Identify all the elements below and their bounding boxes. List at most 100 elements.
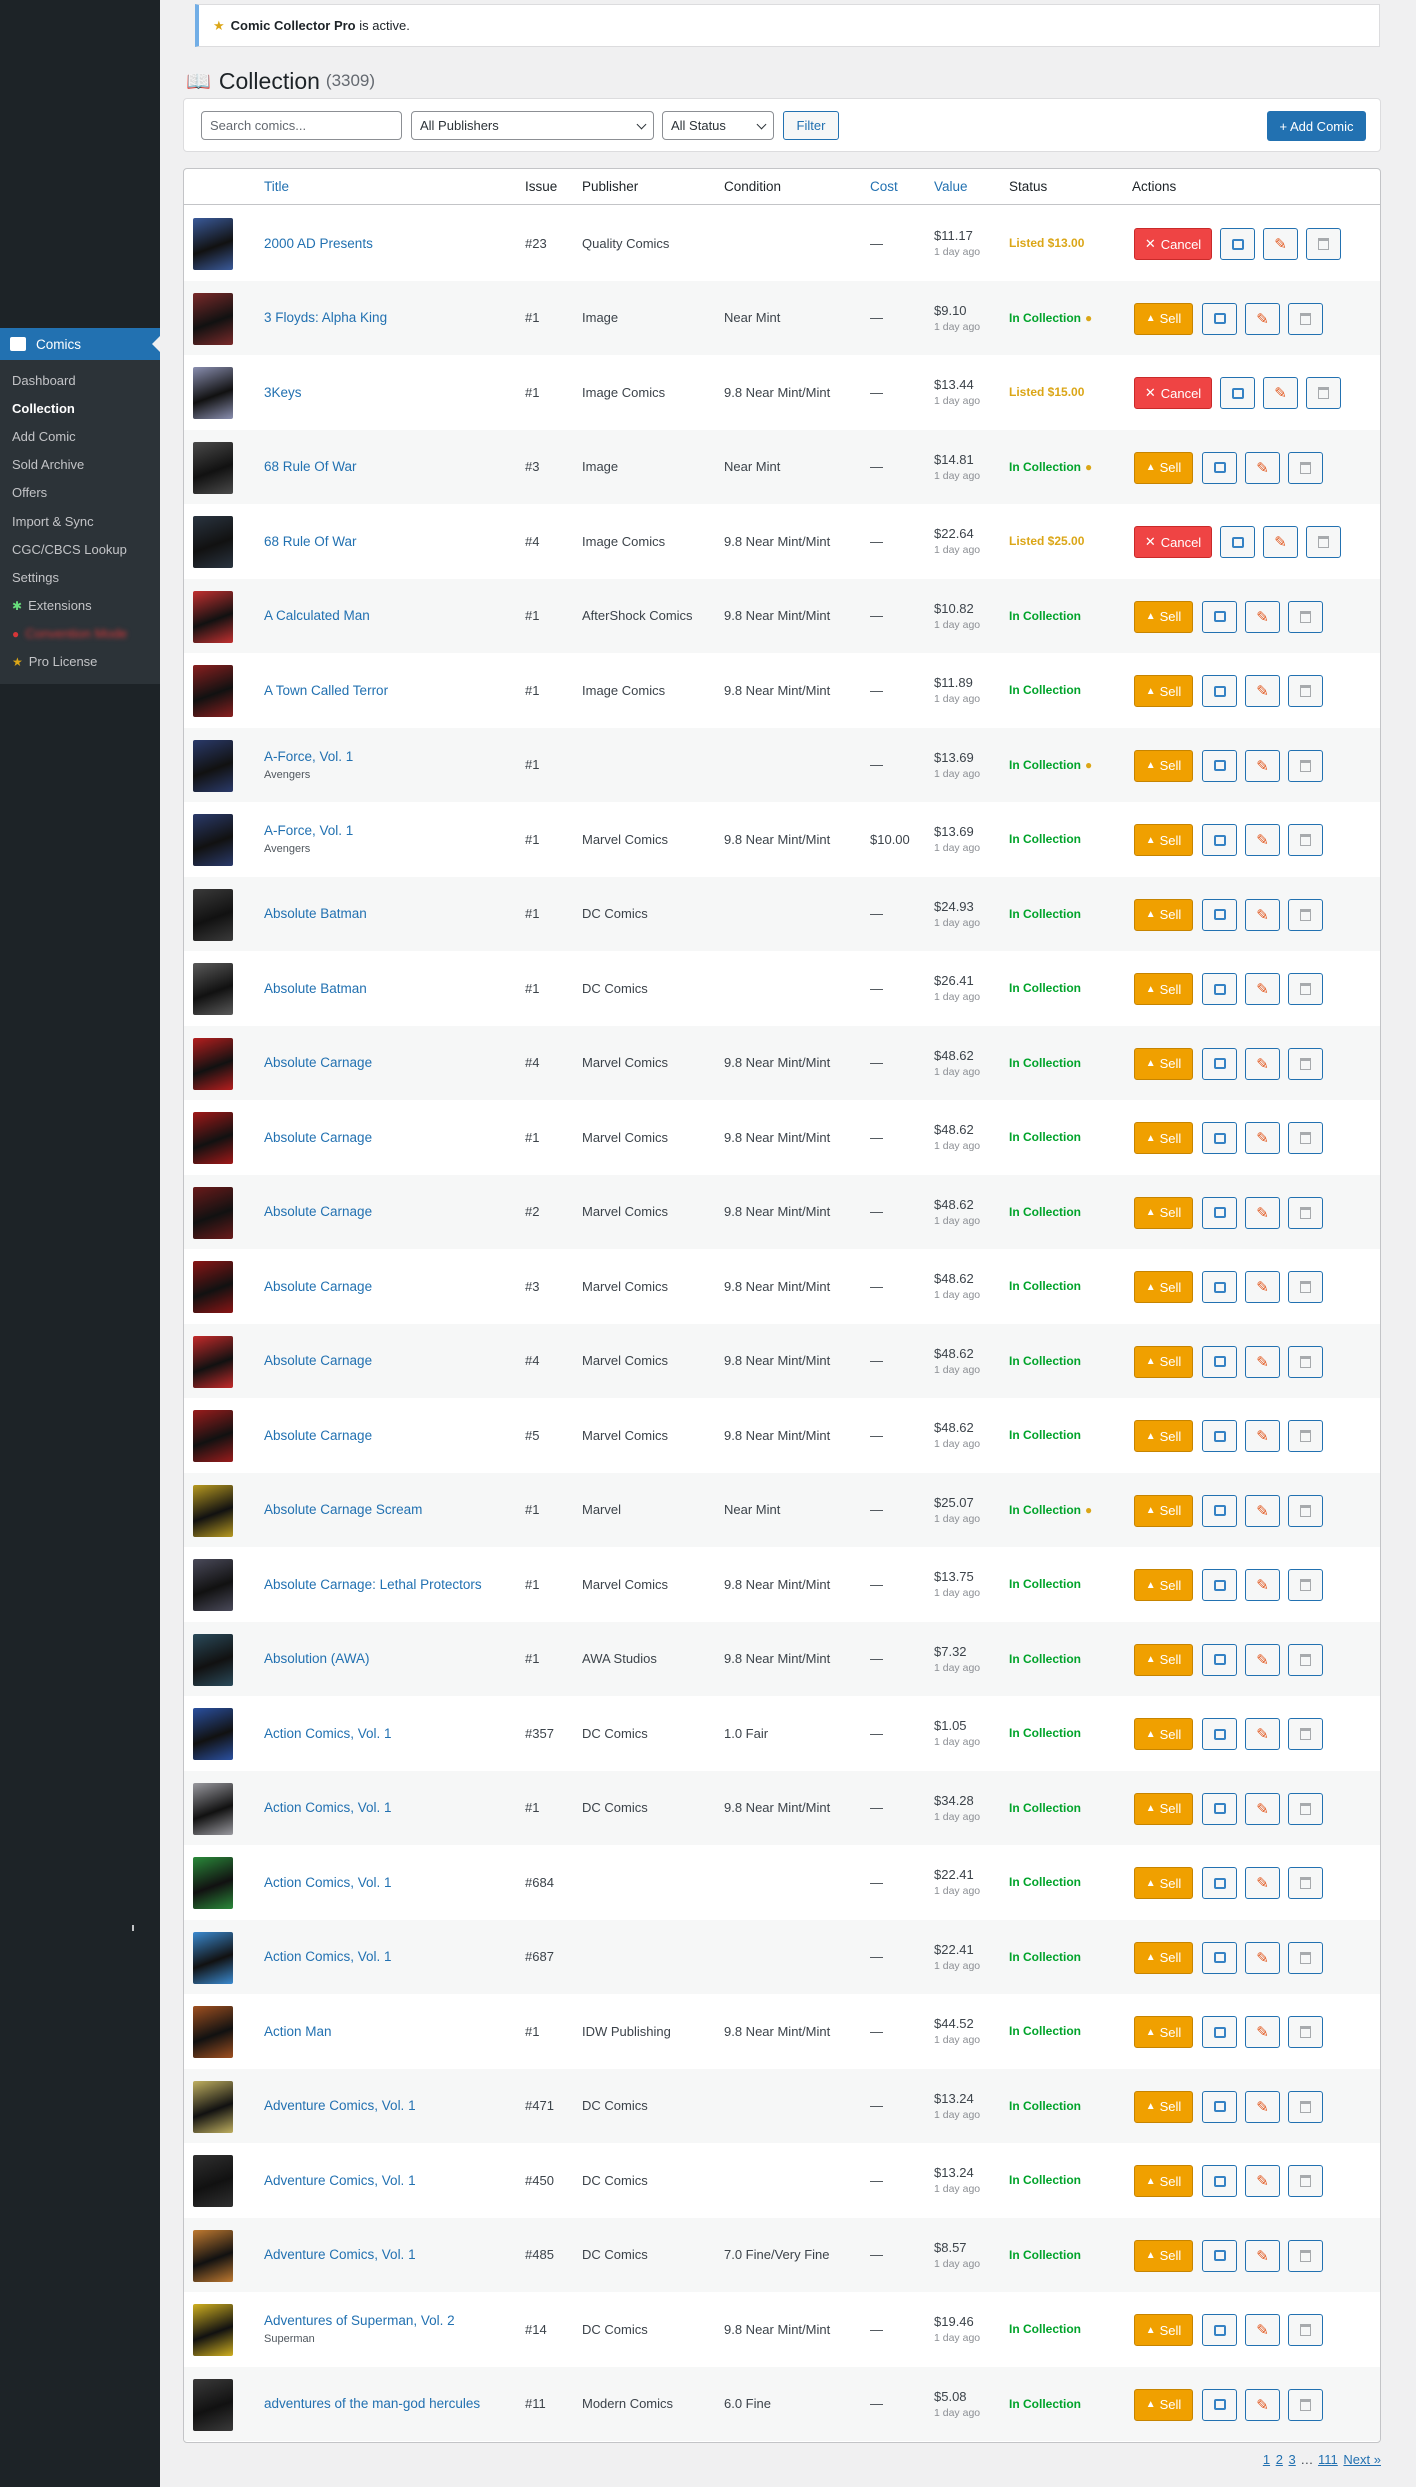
delete-button[interactable]: [1288, 302, 1323, 335]
collapse-menu-icon[interactable]: [132, 1925, 134, 1931]
view-button[interactable]: [1202, 1718, 1237, 1750]
cancel-listing-button[interactable]: ✕ Cancel: [1134, 228, 1212, 260]
edit-button[interactable]: ✎: [1245, 1867, 1280, 1899]
delete-button[interactable]: [1288, 1718, 1323, 1750]
comic-cover-thumbnail[interactable]: [193, 2155, 233, 2207]
edit-button[interactable]: ✎: [1245, 1643, 1280, 1676]
sidebar-item-9[interactable]: ● Convention Mode: [0, 620, 160, 648]
sell-button[interactable]: ▲ Sell: [1134, 302, 1193, 335]
sell-button[interactable]: ▲ Sell: [1134, 973, 1193, 1005]
comic-cover-thumbnail[interactable]: [193, 1633, 233, 1686]
edit-button[interactable]: ✎: [1245, 1420, 1280, 1452]
edit-button[interactable]: ✎: [1245, 973, 1280, 1005]
comic-cover-thumbnail[interactable]: [193, 1782, 233, 1835]
comic-title-link[interactable]: Absolute Carnage: [264, 1353, 514, 1368]
comic-title-link[interactable]: Action Comics, Vol. 1: [264, 1726, 514, 1741]
sell-button[interactable]: ▲ Sell: [1134, 1271, 1193, 1303]
view-button[interactable]: [1202, 1271, 1237, 1303]
delete-button[interactable]: [1288, 1196, 1323, 1229]
delete-button[interactable]: [1288, 1569, 1323, 1601]
delete-button[interactable]: [1288, 1643, 1323, 1676]
comic-cover-thumbnail[interactable]: [193, 1335, 233, 1388]
edit-button[interactable]: ✎: [1245, 2239, 1280, 2272]
sell-button[interactable]: ▲ Sell: [1134, 2314, 1193, 2346]
cancel-listing-button[interactable]: ✕ Cancel: [1134, 377, 1212, 409]
delete-button[interactable]: [1288, 1047, 1323, 1080]
page-link-2[interactable]: 2: [1276, 2452, 1283, 2467]
edit-button[interactable]: ✎: [1245, 2016, 1280, 2048]
comic-title-link[interactable]: Absolute Batman: [264, 981, 514, 996]
search-input[interactable]: Search comics...: [201, 111, 402, 140]
col-cost[interactable]: Cost: [870, 179, 898, 194]
comic-cover-thumbnail[interactable]: [193, 2229, 233, 2282]
sell-button[interactable]: ▲ Sell: [1134, 1047, 1193, 1080]
comic-cover-thumbnail[interactable]: [193, 516, 233, 568]
delete-button[interactable]: [1288, 749, 1323, 782]
sell-button[interactable]: ▲ Sell: [1134, 1643, 1193, 1676]
delete-button[interactable]: [1288, 451, 1323, 484]
comic-title-link[interactable]: 68 Rule Of War: [264, 459, 514, 474]
view-button[interactable]: [1202, 302, 1237, 335]
sell-button[interactable]: ▲ Sell: [1134, 600, 1193, 633]
view-button[interactable]: [1202, 1569, 1237, 1601]
sell-button[interactable]: ▲ Sell: [1134, 1494, 1193, 1527]
view-button[interactable]: [1220, 228, 1255, 260]
view-button[interactable]: [1202, 600, 1237, 633]
edit-button[interactable]: ✎: [1245, 2090, 1280, 2123]
edit-button[interactable]: ✎: [1245, 600, 1280, 633]
view-button[interactable]: [1202, 1867, 1237, 1899]
view-button[interactable]: [1202, 2314, 1237, 2346]
edit-button[interactable]: ✎: [1245, 451, 1280, 484]
sidebar-item-0[interactable]: Dashboard: [0, 366, 160, 394]
comic-cover-thumbnail[interactable]: [193, 1931, 233, 1984]
sidebar-item-5[interactable]: Import & Sync: [0, 507, 160, 535]
comic-title-link[interactable]: Action Comics, Vol. 1: [264, 1875, 514, 1890]
comic-cover-thumbnail[interactable]: [193, 1186, 233, 1239]
comic-cover-thumbnail[interactable]: [193, 218, 233, 270]
comic-title-link[interactable]: Absolute Carnage: [264, 1204, 514, 1219]
delete-button[interactable]: [1288, 2165, 1323, 2197]
edit-button[interactable]: ✎: [1245, 1271, 1280, 1303]
comic-cover-thumbnail[interactable]: [193, 1559, 233, 1611]
comic-title-link[interactable]: 2000 AD Presents: [264, 236, 514, 251]
delete-button[interactable]: [1288, 2016, 1323, 2048]
comic-title-link[interactable]: Absolute Carnage Scream: [264, 1502, 514, 1517]
delete-button[interactable]: [1306, 377, 1341, 409]
comic-cover-thumbnail[interactable]: [193, 739, 233, 792]
sidebar-item-7[interactable]: Settings: [0, 563, 160, 591]
comic-cover-thumbnail[interactable]: [193, 1410, 233, 1462]
view-button[interactable]: [1202, 1420, 1237, 1452]
add-comic-button[interactable]: + Add Comic: [1267, 111, 1366, 141]
page-link-1[interactable]: 1: [1263, 2452, 1270, 2467]
edit-button[interactable]: ✎: [1245, 1196, 1280, 1229]
edit-button[interactable]: ✎: [1245, 1792, 1280, 1825]
delete-button[interactable]: [1288, 2090, 1323, 2123]
sell-button[interactable]: ▲ Sell: [1134, 1867, 1193, 1899]
delete-button[interactable]: [1288, 1271, 1323, 1303]
comic-title-link[interactable]: A-Force, Vol. 1: [264, 823, 514, 838]
comic-title-link[interactable]: A Town Called Terror: [264, 683, 514, 698]
sell-button[interactable]: ▲ Sell: [1134, 824, 1193, 856]
delete-button[interactable]: [1288, 2314, 1323, 2346]
sell-button[interactable]: ▲ Sell: [1134, 2239, 1193, 2272]
comic-title-link[interactable]: A Calculated Man: [264, 608, 514, 623]
edit-button[interactable]: ✎: [1245, 675, 1280, 707]
delete-button[interactable]: [1288, 600, 1323, 633]
view-button[interactable]: [1202, 1196, 1237, 1229]
edit-button[interactable]: ✎: [1245, 749, 1280, 782]
edit-button[interactable]: ✎: [1245, 2314, 1280, 2346]
comic-title-link[interactable]: Absolution (AWA): [264, 1651, 514, 1666]
sell-button[interactable]: ▲ Sell: [1134, 2388, 1193, 2421]
comic-title-link[interactable]: A-Force, Vol. 1: [264, 749, 514, 764]
edit-button[interactable]: ✎: [1263, 526, 1298, 558]
delete-button[interactable]: [1306, 228, 1341, 260]
sell-button[interactable]: ▲ Sell: [1134, 675, 1193, 707]
edit-button[interactable]: ✎: [1245, 1718, 1280, 1750]
sell-button[interactable]: ▲ Sell: [1134, 1792, 1193, 1825]
view-button[interactable]: [1202, 1494, 1237, 1527]
sidebar-item-1[interactable]: Collection: [0, 394, 160, 422]
sell-button[interactable]: ▲ Sell: [1134, 2165, 1193, 2197]
edit-button[interactable]: ✎: [1245, 1345, 1280, 1378]
delete-button[interactable]: [1306, 526, 1341, 558]
sell-button[interactable]: ▲ Sell: [1134, 1122, 1193, 1154]
